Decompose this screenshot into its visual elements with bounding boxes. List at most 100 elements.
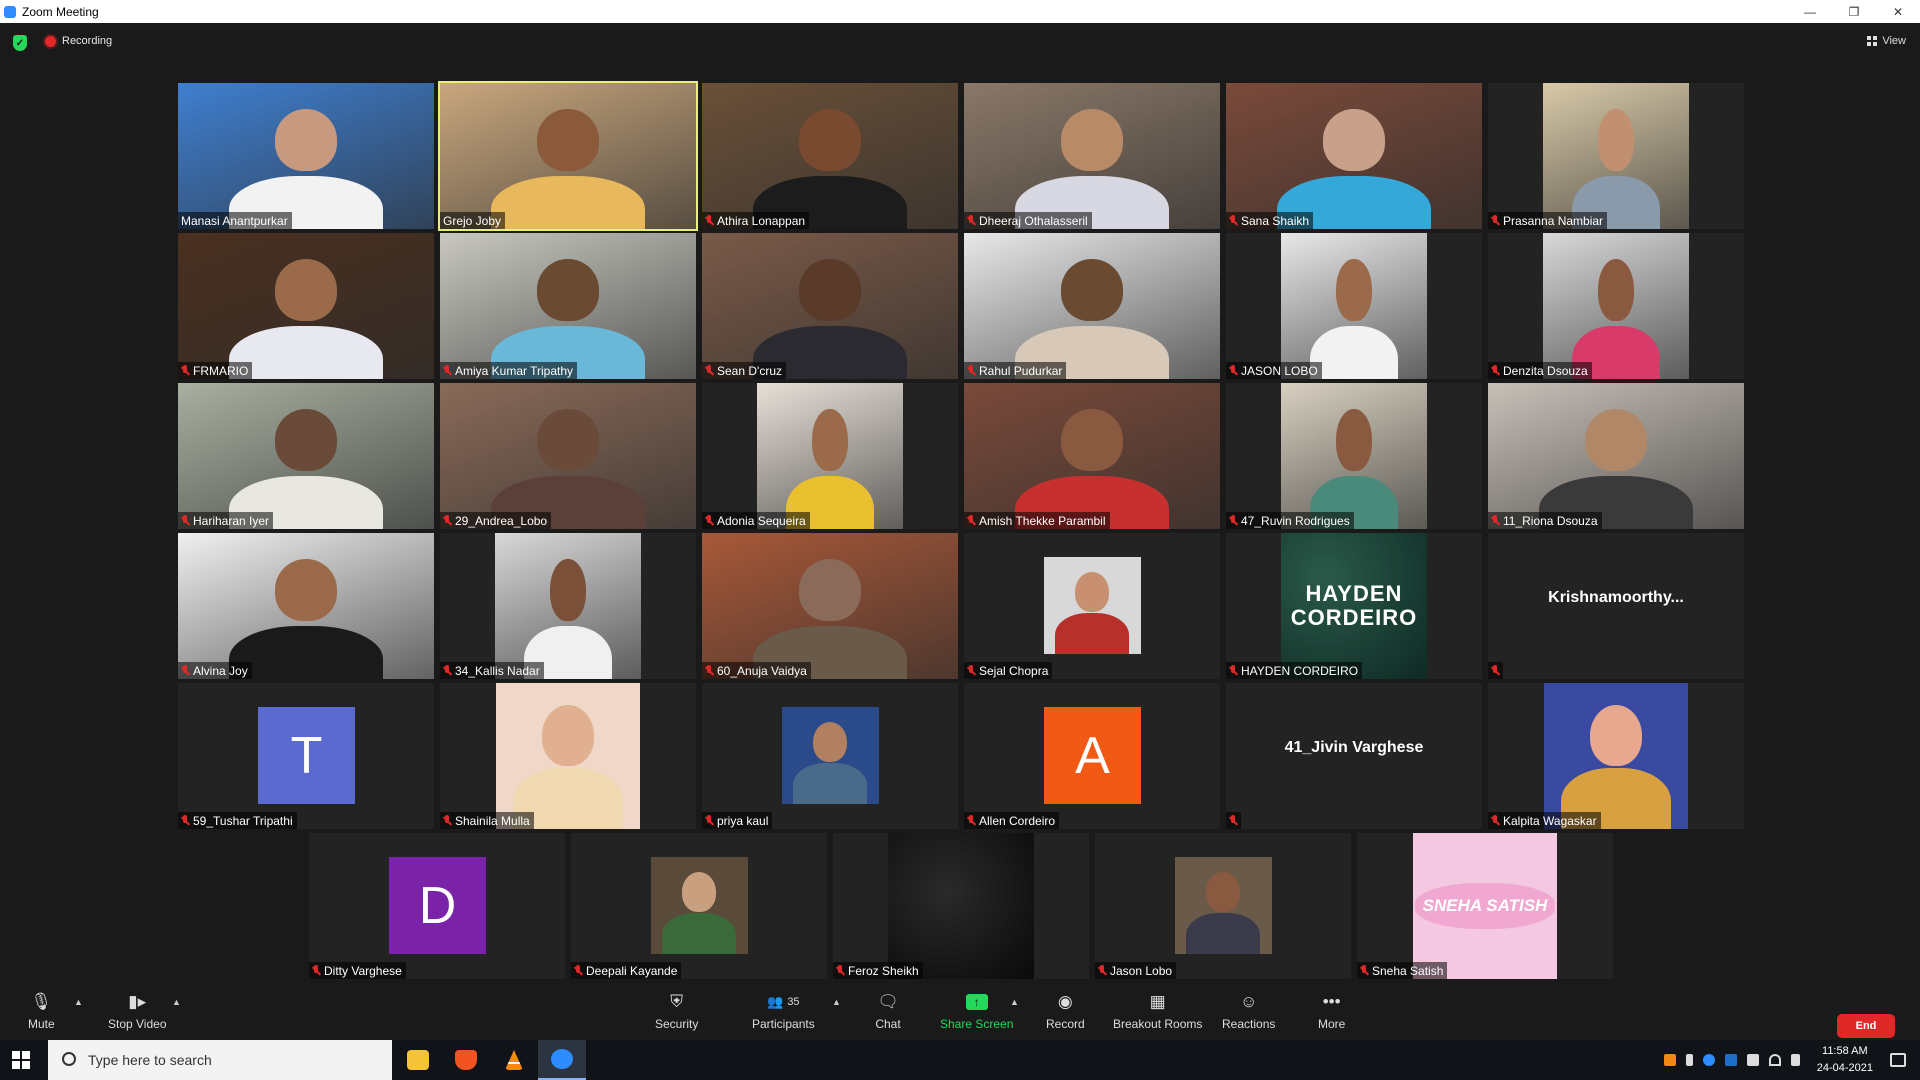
record-button[interactable]: ◉ Record: [1046, 991, 1085, 1031]
view-button[interactable]: View: [1867, 35, 1906, 47]
video-tile[interactable]: Krishnamoorthy...: [1488, 533, 1744, 679]
clock-date: 24-04-2021: [1816, 1062, 1873, 1074]
video-tile[interactable]: priya kaul: [702, 683, 958, 829]
video-tile[interactable]: Amiya Kumar Tripathy: [440, 233, 696, 379]
video-tile[interactable]: SNEHA SATISH Sneha Satish: [1357, 833, 1613, 979]
participant-name: JASON LOBO: [1241, 363, 1318, 378]
video-tile[interactable]: 60_Anuja Vaidya: [702, 533, 958, 679]
participant-name: Sejal Chopra: [979, 663, 1049, 678]
video-tile[interactable]: Deepali Kayande: [571, 833, 827, 979]
video-tile[interactable]: HAYDEN CORDEIRO HAYDEN CORDEIRO: [1226, 533, 1482, 679]
close-button[interactable]: ✕: [1876, 0, 1920, 23]
muted-mic-icon: [705, 815, 713, 826]
video-tile[interactable]: Adonia Sequeira: [702, 383, 958, 529]
file-explorer-icon[interactable]: [394, 1040, 442, 1080]
muted-mic-icon: [705, 215, 713, 226]
participant-name-bar: [1488, 662, 1503, 679]
video-tile[interactable]: JASON LOBO: [1226, 233, 1482, 379]
video-tile[interactable]: T 59_Tushar Tripathi: [178, 683, 434, 829]
minimize-button[interactable]: —: [1788, 0, 1832, 23]
mute-button[interactable]: 🎙 Mute: [28, 991, 55, 1031]
volume-icon[interactable]: [1790, 1054, 1800, 1066]
restore-button[interactable]: ❐: [1832, 0, 1876, 23]
recording-indicator[interactable]: Recording: [45, 35, 112, 47]
video-tile[interactable]: D Ditty Varghese: [309, 833, 565, 979]
video-options-caret[interactable]: ▲: [172, 997, 181, 1007]
mute-label: Mute: [28, 1017, 55, 1031]
brave-browser-icon[interactable]: [442, 1040, 490, 1080]
video-tile[interactable]: Sean D'cruz: [702, 233, 958, 379]
participant-video: [702, 83, 958, 229]
vlc-tray-icon[interactable]: [1663, 1054, 1676, 1066]
stop-video-button[interactable]: ▮▸ Stop Video: [108, 991, 167, 1031]
chat-bubble-icon: 🗨: [877, 992, 899, 1011]
video-gallery: Manasi Anantpurkar Grejo Joby Athira Lon…: [0, 63, 1920, 983]
zoom-tray-icon[interactable]: [1702, 1054, 1715, 1066]
video-tile[interactable]: Manasi Anantpurkar: [178, 83, 434, 229]
participant-name-bar: Prasanna Nambiar: [1488, 212, 1608, 229]
breakout-rooms-button[interactable]: ▦ Breakout Rooms: [1113, 991, 1202, 1031]
security-button[interactable]: ⛨ Security: [655, 991, 698, 1031]
video-tile[interactable]: Denzita Dsouza: [1488, 233, 1744, 379]
participant-name: 47_Ruvin Rodrigues: [1241, 513, 1350, 528]
video-tile[interactable]: Alvina Joy: [178, 533, 434, 679]
participant-name: 34_Kallis Nadar: [455, 663, 540, 678]
video-tile[interactable]: 47_Ruvin Rodrigues: [1226, 383, 1482, 529]
participant-name: Prasanna Nambiar: [1503, 213, 1604, 228]
wifi-icon[interactable]: [1768, 1054, 1781, 1066]
profile-picture: [1544, 683, 1688, 829]
video-tile[interactable]: Prasanna Nambiar: [1488, 83, 1744, 229]
video-tile[interactable]: Hariharan Iyer: [178, 383, 434, 529]
share-screen-button[interactable]: ↑ Share Screen: [940, 991, 1013, 1031]
video-tile[interactable]: FRMARIO: [178, 233, 434, 379]
participant-name: Ditty Varghese: [324, 963, 402, 978]
video-tile[interactable]: Feroz Sheikh: [833, 833, 1089, 979]
windows-start-icon[interactable]: [12, 1051, 30, 1069]
video-tile[interactable]: Jason Lobo: [1095, 833, 1351, 979]
participant-name-bar: Allen Cordeiro: [964, 812, 1060, 829]
muted-mic-icon: [181, 665, 189, 676]
participant-name: Allen Cordeiro: [979, 813, 1056, 828]
video-tile[interactable]: Dheeraj Othalasseril: [964, 83, 1220, 229]
video-tile[interactable]: 41_Jivin Varghese: [1226, 683, 1482, 829]
taskbar-search-box[interactable]: Type here to search: [48, 1040, 392, 1080]
audio-options-caret[interactable]: ▲: [74, 997, 83, 1007]
participants-options-caret[interactable]: ▲: [832, 997, 841, 1007]
chat-button[interactable]: 🗨 Chat: [875, 991, 901, 1031]
participant-video: [440, 383, 696, 529]
encryption-shield-icon[interactable]: ✓: [13, 35, 27, 51]
more-button[interactable]: ••• More: [1318, 991, 1345, 1031]
clock[interactable]: 11:58 AM 24-04-2021: [1817, 1043, 1873, 1077]
video-tile[interactable]: 11_Riona Dsouza: [1488, 383, 1744, 529]
muted-mic-icon: [967, 365, 975, 376]
participant-name: Hariharan Iyer: [193, 513, 270, 528]
muted-mic-icon: [967, 515, 975, 526]
video-tile[interactable]: 29_Andrea_Lobo: [440, 383, 696, 529]
muted-mic-icon: [1229, 665, 1237, 676]
video-tile[interactable]: Sana Shaikh: [1226, 83, 1482, 229]
end-meeting-button[interactable]: End: [1837, 1014, 1895, 1038]
zoom-taskbar-icon[interactable]: [538, 1040, 586, 1080]
video-tile[interactable]: Grejo Joby: [438, 81, 698, 231]
battery-icon[interactable]: [1746, 1054, 1759, 1066]
word-tray-icon[interactable]: [1724, 1054, 1737, 1066]
notifications-icon[interactable]: [1890, 1053, 1906, 1067]
video-tile[interactable]: Rahul Pudurkar: [964, 233, 1220, 379]
video-tile[interactable]: Kalpita Wagaskar: [1488, 683, 1744, 829]
people-icon: 👥 35: [767, 994, 800, 1009]
vlc-icon[interactable]: [490, 1040, 538, 1080]
reactions-button[interactable]: ☺ Reactions: [1222, 991, 1275, 1031]
video-tile[interactable]: Shainila Mulla: [440, 683, 696, 829]
microphone-tray-icon[interactable]: [1685, 1054, 1693, 1066]
participant-name-bar: Amish Thekke Parambil: [964, 512, 1110, 529]
video-tile[interactable]: Amish Thekke Parambil: [964, 383, 1220, 529]
video-tile[interactable]: Athira Lonappan: [702, 83, 958, 229]
share-options-caret[interactable]: ▲: [1010, 997, 1019, 1007]
participants-button[interactable]: 👥 35 Participants: [752, 991, 815, 1031]
video-tile[interactable]: A Allen Cordeiro: [964, 683, 1220, 829]
participant-name: HAYDEN CORDEIRO: [1241, 663, 1359, 678]
video-tile[interactable]: 34_Kallis Nadar: [440, 533, 696, 679]
video-tile[interactable]: Sejal Chopra: [964, 533, 1220, 679]
participant-name: Alvina Joy: [193, 663, 248, 678]
smiley-icon: ☺: [1240, 992, 1258, 1011]
